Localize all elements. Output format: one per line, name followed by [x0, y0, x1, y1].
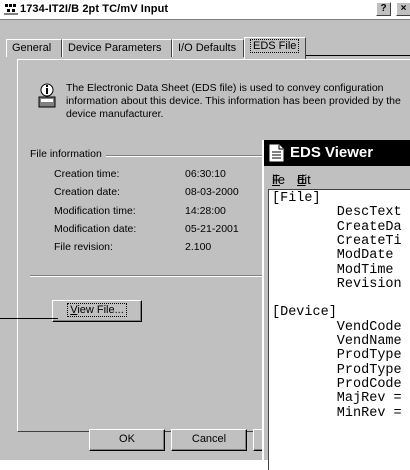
- eds-viewer-titlebar[interactable]: EDS Viewer: [264, 140, 410, 166]
- file-revision-value: 2.100: [185, 241, 212, 253]
- eds-content-line: MinRev =: [272, 405, 402, 421]
- modification-time-value: 14:28:00: [185, 205, 226, 217]
- cancel-button[interactable]: Cancel: [171, 429, 247, 451]
- view-file-label: View File...: [67, 303, 127, 317]
- dialog-titlebar[interactable]: 1734-IT2I/B 2pt TC/mV Input ? ×: [0, 0, 410, 20]
- eds-content-area[interactable]: [File] DescText CreateDa CreateTi ModDat…: [268, 189, 410, 470]
- eds-tab-callout-line: [302, 55, 410, 56]
- eds-content-line: DescText: [272, 205, 402, 221]
- eds-content-line: ProdCode: [272, 376, 402, 392]
- creation-date-label: Creation date:: [54, 186, 120, 198]
- eds-content-line: VendName: [272, 334, 402, 349]
- view-file-callout-line: [0, 318, 58, 319]
- tab-eds-file-label: EDS File: [250, 39, 300, 53]
- eds-content-line: ModTime: [272, 262, 402, 278]
- eds-description: The Electronic Data Sheet (EDS file) is …: [66, 82, 401, 120]
- eds-content-line: CreateTi: [272, 233, 402, 249]
- document-icon: [269, 144, 284, 162]
- ok-button[interactable]: OK: [89, 429, 165, 451]
- dialog-title: 1734-IT2I/B 2pt TC/mV Input: [20, 3, 169, 15]
- modification-date-label: Modification date:: [54, 223, 137, 235]
- eds-content-line: ProdType: [272, 348, 402, 364]
- eds-viewer-menubar: File Edit: [272, 172, 311, 187]
- eds-content-line: Revision: [272, 276, 402, 292]
- eds-content-line: ProdType: [272, 362, 402, 378]
- network-device-icon: [4, 4, 18, 15]
- eds-content-line: [File]: [272, 191, 321, 206]
- eds-content-line: [Device]: [272, 305, 337, 321]
- creation-date-value: 08-03-2000: [185, 186, 239, 198]
- eds-content-line: VendCode: [272, 319, 402, 335]
- close-button[interactable]: ×: [396, 2, 410, 16]
- modification-date-value: 05-21-2001: [185, 223, 239, 235]
- tab-io-defaults[interactable]: I/O Defaults: [172, 39, 244, 57]
- creation-time-label: Creation time:: [54, 168, 120, 180]
- eds-viewer-title: EDS Viewer: [290, 144, 374, 161]
- file-revision-label: File revision:: [54, 241, 113, 253]
- creation-time-value: 06:30:10: [185, 168, 226, 180]
- tab-device-parameters[interactable]: Device Parameters: [62, 39, 172, 57]
- view-file-button[interactable]: View File...: [52, 300, 142, 322]
- modification-time-label: Modification time:: [54, 205, 136, 217]
- file-information-label: File information: [30, 148, 106, 160]
- eds-content-line: ModDate: [272, 248, 402, 264]
- eds-content-line: MajRev =: [272, 391, 402, 407]
- eds-content-line: CreateDa: [272, 219, 402, 235]
- help-button[interactable]: ?: [376, 2, 391, 16]
- tab-general[interactable]: General: [6, 39, 62, 57]
- eds-viewer-window: EDS Viewer File Edit [File] DescText Cre…: [262, 140, 410, 470]
- tab-eds-file[interactable]: EDS File: [244, 37, 306, 59]
- eds-file-icon: [38, 83, 56, 108]
